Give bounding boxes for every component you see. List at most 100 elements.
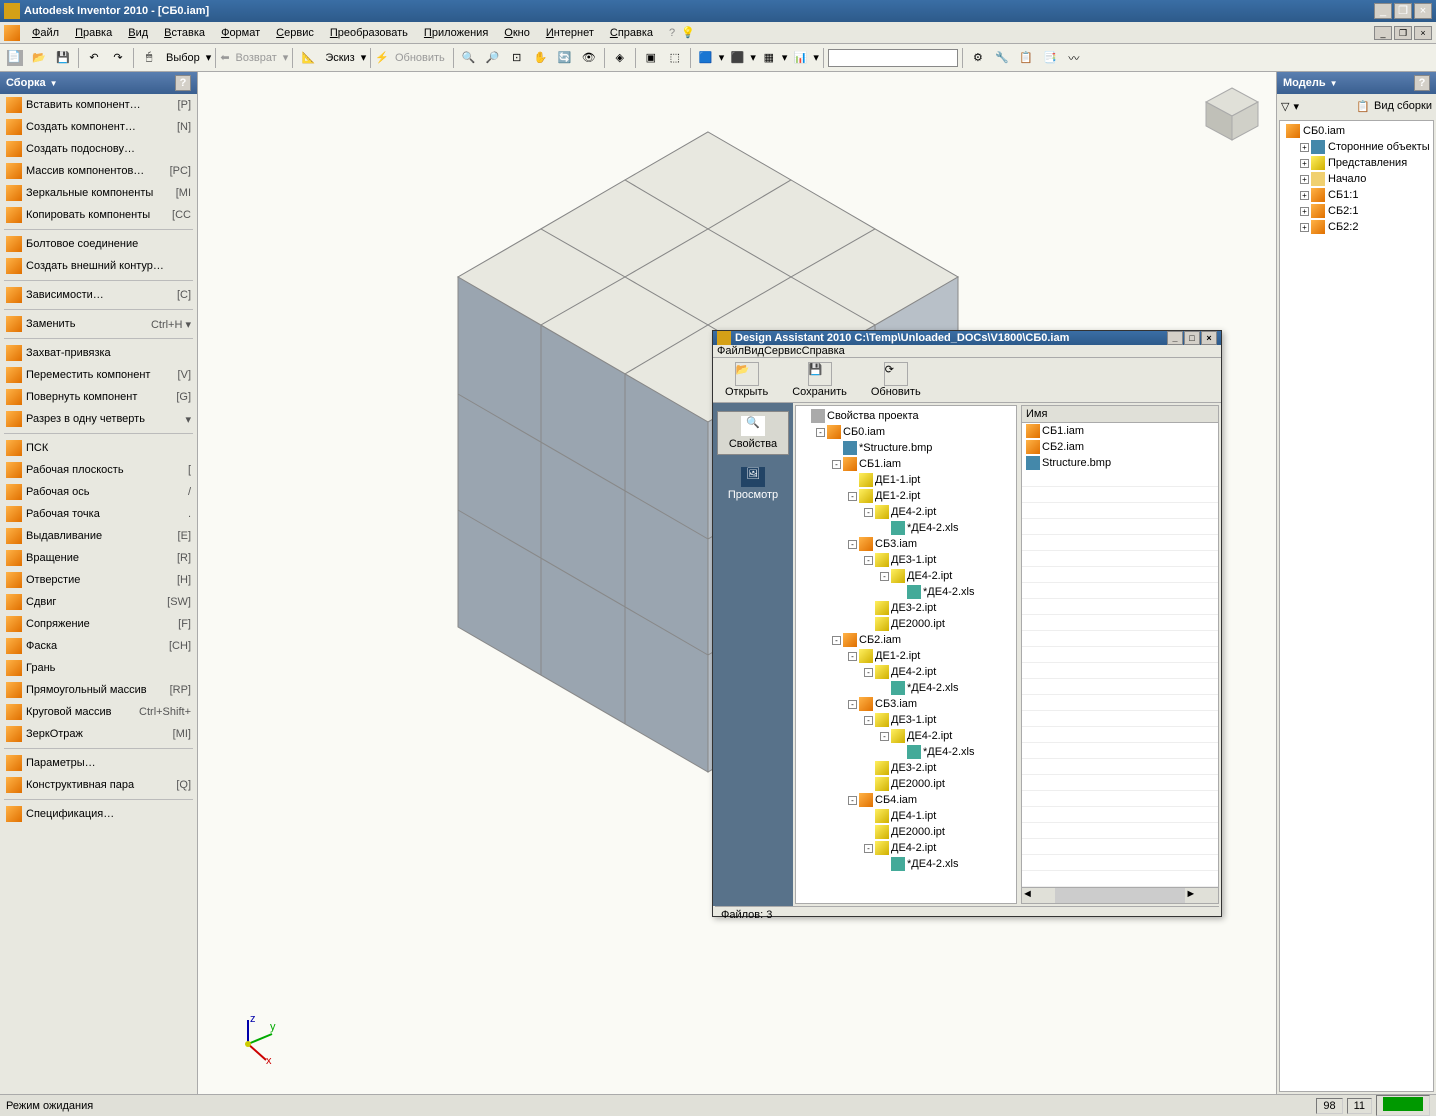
command-item[interactable]: Параметры…	[0, 752, 197, 774]
da-list-header[interactable]: Имя	[1022, 406, 1218, 423]
da-tree-node[interactable]: -СБ3.iam	[798, 536, 1014, 552]
tool-c-button[interactable]: 📋	[1015, 47, 1037, 69]
maximize-button[interactable]: ❐	[1394, 3, 1412, 19]
da-tree-node[interactable]: -ДЕ1-2.ipt	[798, 488, 1014, 504]
da-tree-node[interactable]: ДЕ2000.ipt	[798, 824, 1014, 840]
da-tree-node[interactable]: ДЕ1-1.ipt	[798, 472, 1014, 488]
da-tree-node[interactable]: -ДЕ4-2.ipt	[798, 568, 1014, 584]
zoom-win-button[interactable]: ⊡	[506, 47, 528, 69]
da-menu-сервис[interactable]: Сервис	[764, 345, 802, 357]
minimize-button[interactable]: _	[1374, 3, 1392, 19]
bulb-icon[interactable]: 💡	[681, 26, 695, 39]
tree-node[interactable]: +Представления	[1282, 155, 1431, 171]
expander-icon[interactable]: -	[832, 636, 841, 645]
tree-node[interactable]: +СБ2:2	[1282, 219, 1431, 235]
command-item[interactable]: Круговой массивCtrl+Shift+	[0, 701, 197, 723]
redo-button[interactable]: ↷	[107, 47, 129, 69]
menu-формат[interactable]: Формат	[213, 25, 268, 41]
select-button[interactable]: 🖱	[138, 47, 160, 69]
da-menu-файл[interactable]: Файл	[717, 345, 744, 357]
orbit-button[interactable]: 🔄	[554, 47, 576, 69]
menu-сервис[interactable]: Сервис	[268, 25, 322, 41]
help-icon[interactable]: ?	[669, 27, 675, 39]
command-item[interactable]: Переместить компонент[V]	[0, 364, 197, 386]
command-item[interactable]: Создать подоснову…	[0, 138, 197, 160]
command-item[interactable]: Разрез в одну четверть▾	[0, 408, 197, 430]
expander-icon[interactable]: -	[848, 492, 857, 501]
da-maximize-button[interactable]: □	[1184, 331, 1200, 345]
command-item[interactable]: Рабочая ось/	[0, 481, 197, 503]
da-hscrollbar[interactable]: ◄►	[1022, 887, 1218, 903]
open-button[interactable]: 📂	[28, 47, 50, 69]
menu-окно[interactable]: Окно	[496, 25, 538, 41]
expander-icon[interactable]: -	[880, 572, 889, 581]
expander-icon[interactable]: +	[1300, 191, 1309, 200]
shadow-dropdown[interactable]: ▾	[750, 51, 756, 64]
command-item[interactable]: Массив компонентов…[PC]	[0, 160, 197, 182]
command-item[interactable]: Создать внешний контур…	[0, 255, 197, 277]
da-tree-node[interactable]: -СБ0.iam	[798, 424, 1014, 440]
sketch-dropdown[interactable]: ▾	[361, 51, 367, 64]
command-item[interactable]: ЗеркОтраж[MI]	[0, 723, 197, 745]
command-item[interactable]: Спецификация…	[0, 803, 197, 825]
model-help-button[interactable]: ?	[1414, 75, 1430, 91]
da-tree-node[interactable]: ДЕ2000.ipt	[798, 776, 1014, 792]
expander-icon[interactable]: -	[864, 508, 873, 517]
tool-b-button[interactable]: 🔧	[991, 47, 1013, 69]
da-tree-node[interactable]: -ДЕ4-2.ipt	[798, 728, 1014, 744]
zoom-all-button[interactable]: 🔍	[458, 47, 480, 69]
tool-d-button[interactable]: 📑	[1039, 47, 1061, 69]
command-item[interactable]: Вставить компонент…[P]	[0, 94, 197, 116]
expander-icon[interactable]: +	[1300, 207, 1309, 216]
expander-icon[interactable]: -	[848, 796, 857, 805]
expander-icon[interactable]: +	[1300, 143, 1309, 152]
command-item[interactable]: Фаска[CH]	[0, 635, 197, 657]
da-tree-node[interactable]: *ДЕ4-2.xls	[798, 744, 1014, 760]
select-dropdown[interactable]: ▾	[206, 51, 212, 64]
save-button[interactable]: 💾	[52, 47, 74, 69]
da-minimize-button[interactable]: _	[1167, 331, 1183, 345]
da-tree-node[interactable]: *ДЕ4-2.xls	[798, 520, 1014, 536]
tree-node[interactable]: +СБ2:1	[1282, 203, 1431, 219]
da-tree-node[interactable]: *ДЕ4-2.xls	[798, 584, 1014, 600]
da-tree-node[interactable]: -ДЕ4-2.ipt	[798, 840, 1014, 856]
shade-button[interactable]: 🟦	[695, 47, 717, 69]
da-tree-node[interactable]: ДЕ4-1.ipt	[798, 808, 1014, 824]
axo-button[interactable]: ◈	[609, 47, 631, 69]
look-button[interactable]: 👁	[578, 47, 600, 69]
doc-maximize-button[interactable]: ❐	[1394, 26, 1412, 40]
da-properties-button[interactable]: 🔍 Свойства	[717, 411, 789, 455]
tree-node[interactable]: СБ0.iam	[1282, 123, 1431, 139]
tool-a-button[interactable]: ⚙	[967, 47, 989, 69]
da-file-item[interactable]: СБ2.iam	[1022, 439, 1218, 455]
view-icon[interactable]: 📋	[1356, 100, 1370, 113]
command-item[interactable]: Грань	[0, 657, 197, 679]
tool-e-button[interactable]: 〰	[1063, 47, 1085, 69]
da-file-item[interactable]: СБ1.iam	[1022, 423, 1218, 439]
persp-button[interactable]: ▦	[758, 47, 780, 69]
menu-вставка[interactable]: Вставка	[156, 25, 213, 41]
da-menu-справка[interactable]: Справка	[802, 345, 845, 357]
expander-icon[interactable]: -	[832, 460, 841, 469]
expander-icon[interactable]: -	[880, 732, 889, 741]
command-item[interactable]: ЗаменитьCtrl+H ▾	[0, 313, 197, 335]
expander-icon[interactable]: -	[816, 428, 825, 437]
da-tree-node[interactable]: *Structure.bmp	[798, 440, 1014, 456]
da-titlebar[interactable]: Design Assistant 2010 C:\Temp\Unloaded_D…	[713, 331, 1221, 345]
menu-приложения[interactable]: Приложения	[416, 25, 496, 41]
doc-minimize-button[interactable]: _	[1374, 26, 1392, 40]
tree-node[interactable]: +СБ1:1	[1282, 187, 1431, 203]
da-preview-button[interactable]: 🖼 Просмотр	[717, 463, 789, 505]
command-item[interactable]: Рабочая плоскость[	[0, 459, 197, 481]
zoom-sel-button[interactable]: 🔎	[482, 47, 504, 69]
pan-button[interactable]: ✋	[530, 47, 552, 69]
command-item[interactable]: Повернуть компонент[G]	[0, 386, 197, 408]
expander-icon[interactable]: -	[864, 556, 873, 565]
da-tree-node[interactable]: *ДЕ4-2.xls	[798, 856, 1014, 872]
command-item[interactable]: Выдавливание[E]	[0, 525, 197, 547]
command-item[interactable]: Зеркальные компоненты[MI	[0, 182, 197, 204]
expander-icon[interactable]: -	[848, 652, 857, 661]
expander-icon[interactable]: -	[848, 700, 857, 709]
da-refresh-button[interactable]: ⟳ Обновить	[867, 360, 925, 400]
da-tree-node[interactable]: -ДЕ3-1.ipt	[798, 712, 1014, 728]
